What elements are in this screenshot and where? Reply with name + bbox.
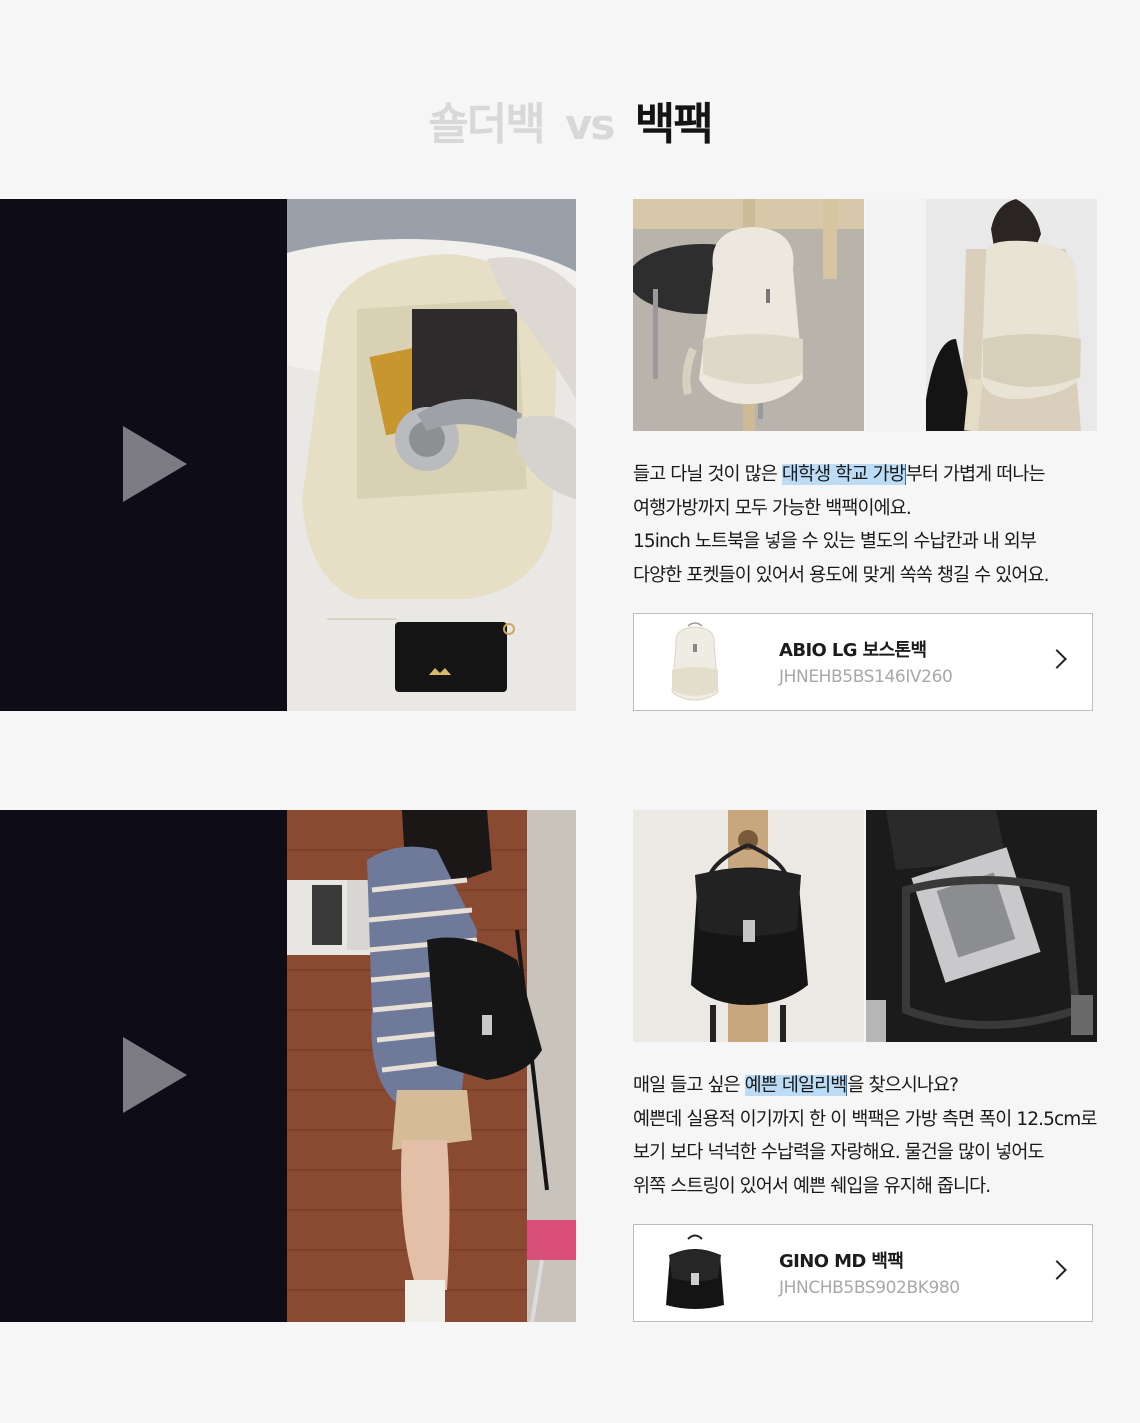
description-line: 예쁜데 실용적 이기까지 한 이 백팩은 가방 측면 폭이 12.5cm로 [633,1108,1097,1130]
product-thumbnail [658,1233,732,1313]
product-photo-model [866,199,1097,431]
product-name: GINO MD 백팩 [779,1251,904,1272]
description-line: 보기 보다 넉넉한 수납력을 자랑해요. 물건을 많이 넣어도 [633,1142,1045,1163]
video-player[interactable] [0,199,576,711]
description-text: 매일 들고 싶은 [633,1075,745,1096]
description-text: 을 찾으시나요? [847,1075,959,1096]
video-player[interactable] [0,810,576,1322]
product-code: JHNEHB5BS146IV260 [779,667,953,687]
description-text: 부터 가볍게 떠나는 [905,464,1046,485]
product-section-2: 매일 들고 싶은 예쁜 데일리백을 찾으시나요? 예쁜데 실용적 이기까지 한 … [0,810,1140,1322]
product-thumbnails [633,199,1097,431]
play-icon[interactable] [123,426,187,502]
description-line: 다양한 포켓들이 있어서 용도에 맞게 쏙쏙 챙길 수 있어요. [633,564,1049,586]
highlighted-text: 대학생 학교 가방 [781,464,906,485]
chevron-right-icon[interactable] [1047,1260,1067,1280]
page-title: 숄더백 vs 백팩 [0,88,1140,152]
product-photo-inside [866,810,1097,1042]
description-line: 여행가방까지 모두 가능한 백팩이에요. [633,497,912,519]
video-frame-image [287,810,576,1322]
play-icon[interactable] [123,1037,187,1113]
highlighted-text: 예쁜 데일리백 [744,1075,848,1096]
product-description: 들고 다닐 것이 많은 대학생 학교 가방부터 가볍게 떠나는 여행가방까지 모… [633,458,1133,592]
product-thumbnail [658,622,732,702]
product-thumbnails [633,810,1097,1042]
product-photo-chair [633,199,864,431]
product-code: JHNCHB5BS902BK980 [779,1278,960,1298]
video-frame-image [287,199,576,711]
product-photo-hanging [633,810,864,1042]
description-line: 15inch 노트북을 넣을 수 있는 별도의 수납칸과 내 외부 [633,531,1037,552]
chevron-right-icon[interactable] [1047,649,1067,669]
product-name: ABIO LG 보스톤백 [779,640,927,661]
title-vs: vs [565,100,615,149]
title-shoulder-bag: 숄더백 [428,99,545,150]
description-line: 들고 다닐 것이 많은 대학생 학교 가방부터 가볍게 떠나는 [633,458,1133,492]
title-backpack: 백팩 [634,99,714,150]
product-card[interactable]: ABIO LG 보스톤백 JHNEHB5BS146IV260 [633,613,1093,711]
description-line: 위쪽 스트링이 있어서 예쁜 쉐입을 유지해 줍니다. [633,1175,991,1197]
description-line: 매일 들고 싶은 예쁜 데일리백을 찾으시나요? [633,1069,1133,1103]
product-card[interactable]: GINO MD 백팩 JHNCHB5BS902BK980 [633,1224,1093,1322]
description-text: 들고 다닐 것이 많은 [633,464,782,485]
product-description: 매일 들고 싶은 예쁜 데일리백을 찾으시나요? 예쁜데 실용적 이기까지 한 … [633,1069,1133,1203]
product-section-1: 들고 다닐 것이 많은 대학생 학교 가방부터 가볍게 떠나는 여행가방까지 모… [0,199,1140,711]
